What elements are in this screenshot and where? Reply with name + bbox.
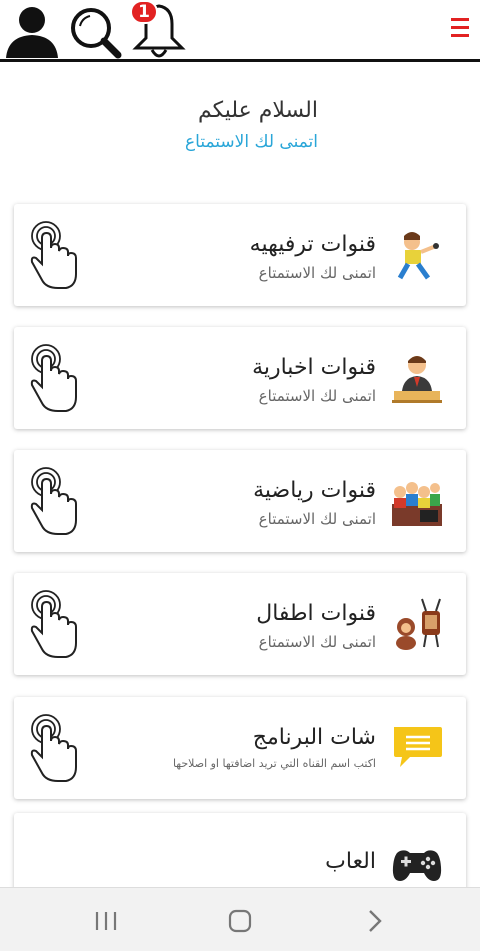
kids-icon <box>396 598 441 650</box>
card-subtitle: اتمنى لك الاستمتاع <box>258 510 376 528</box>
entertainment-icon <box>397 232 439 280</box>
tap-hand-icon <box>30 221 77 289</box>
news-icon <box>392 356 442 403</box>
card-subtitle: اتمنى لك الاستمتاع <box>258 387 376 405</box>
tap-hand-icon <box>30 714 77 782</box>
notification-badge: 1 <box>130 0 158 24</box>
gamepad-icon <box>392 850 442 881</box>
card-title: قنوات ترفيهيه <box>249 232 376 257</box>
home-icon[interactable] <box>225 906 255 936</box>
menu-icon[interactable] <box>450 16 470 40</box>
tap-hand-icon <box>30 344 77 412</box>
card-app-chat[interactable]: شات البرنامج اكتب اسم القناه التي تريد ا… <box>14 697 466 799</box>
card-kids-channels[interactable]: قنوات اطفال اتمنى لك الاستمتاع <box>14 573 466 675</box>
greeting-title: السلام عليكم <box>197 98 318 123</box>
sports-icon <box>392 482 442 526</box>
card-subtitle: اتمنى لك الاستمتاع <box>258 264 376 282</box>
top-bar: 1 <box>0 0 480 62</box>
tap-hand-icon <box>30 467 77 535</box>
greeting-subtitle: اتمنى لك الاستمتاع <box>185 132 318 152</box>
card-entertainment-channels[interactable]: قنوات ترفيهيه اتمنى لك الاستمتاع <box>14 204 466 306</box>
recents-icon[interactable] <box>91 906 121 936</box>
card-title: العاب <box>325 849 376 874</box>
user-icon[interactable] <box>4 2 60 58</box>
card-subtitle: اكتب اسم القناه التي تريد اضافتها او اصل… <box>172 757 376 770</box>
card-news-channels[interactable]: قنوات اخبارية اتمنى لك الاستمتاع <box>14 327 466 429</box>
search-icon[interactable] <box>68 4 124 60</box>
card-title: شات البرنامج <box>252 725 376 750</box>
card-subtitle: اتمنى لك الاستمتاع <box>258 633 376 651</box>
card-title: قنوات اطفال <box>256 601 376 626</box>
chat-icon <box>394 727 442 767</box>
back-icon[interactable] <box>360 906 390 936</box>
tap-hand-icon <box>30 590 77 658</box>
card-title: قنوات رياضية <box>253 478 376 503</box>
card-title: قنوات اخبارية <box>252 355 376 380</box>
system-navigation-bar <box>0 887 480 951</box>
card-sports-channels[interactable]: قنوات رياضية اتمنى لك الاستمتاع <box>14 450 466 552</box>
